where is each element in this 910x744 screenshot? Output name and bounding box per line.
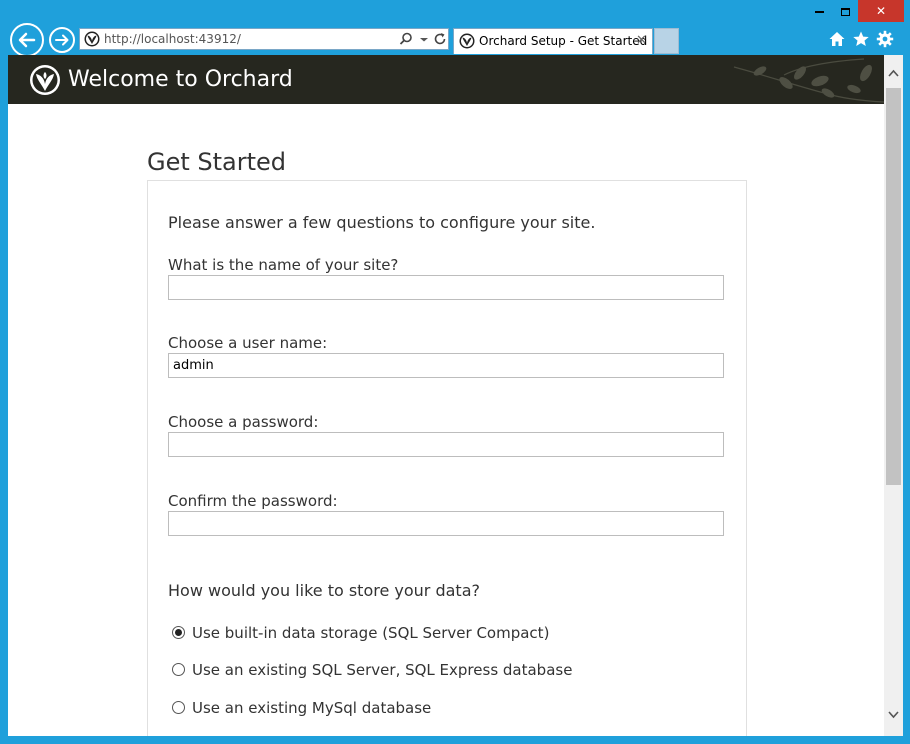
refresh-icon[interactable]: [432, 31, 448, 47]
search-icon[interactable]: [398, 31, 414, 47]
orchard-favicon-icon: [459, 33, 475, 49]
storage-question: How would you like to store your data?: [168, 581, 480, 600]
storage-option-label: Use an existing SQL Server, SQL Express …: [192, 661, 573, 679]
back-arrow-icon: [18, 32, 36, 48]
site-name-label: What is the name of your site?: [168, 256, 399, 274]
orchard-favicon-icon: [84, 31, 100, 47]
scroll-up-icon[interactable]: [884, 63, 903, 83]
password-input[interactable]: [168, 432, 724, 457]
orchard-logo-icon: [30, 65, 60, 95]
forward-button[interactable]: [49, 27, 75, 53]
maximize-button[interactable]: [832, 0, 858, 22]
close-window-button[interactable]: ✕: [858, 0, 904, 22]
minimize-icon: [814, 10, 824, 13]
tab-title: Orchard Setup - Get Started: [479, 34, 648, 48]
leaves-decoration-icon: [733, 58, 884, 103]
forward-arrow-icon: [55, 34, 69, 46]
minimize-button[interactable]: [806, 0, 832, 22]
site-header: Welcome to Orchard: [8, 55, 884, 104]
username-label: Choose a user name:: [168, 334, 328, 352]
gear-icon[interactable]: [876, 30, 894, 48]
address-bar[interactable]: http://localhost:43912/: [79, 28, 449, 50]
storage-option-label: Use an existing MySql database: [192, 699, 432, 717]
setup-form: Please answer a few questions to configu…: [147, 180, 747, 736]
confirm-password-label: Confirm the password:: [168, 492, 338, 510]
tab-orchard-setup[interactable]: Orchard Setup - Get Started ✕: [453, 28, 653, 54]
home-icon[interactable]: [828, 30, 846, 48]
confirm-password-input[interactable]: [168, 511, 724, 536]
password-label: Choose a password:: [168, 413, 319, 431]
dropdown-icon[interactable]: [416, 31, 432, 47]
radio-button[interactable]: [172, 626, 185, 639]
new-tab-button[interactable]: [654, 28, 679, 54]
radio-button[interactable]: [172, 663, 185, 676]
maximize-icon: [840, 7, 850, 16]
page-title: Get Started: [147, 148, 287, 176]
storage-option-label: Use built-in data storage (SQL Server Co…: [192, 624, 550, 642]
radio-button[interactable]: [172, 701, 185, 714]
username-input[interactable]: admin: [168, 353, 724, 378]
star-icon[interactable]: [852, 30, 870, 48]
scroll-down-icon[interactable]: [884, 705, 903, 725]
close-icon: ✕: [875, 4, 887, 18]
tab-close-icon[interactable]: ✕: [636, 29, 647, 53]
site-title: Welcome to Orchard: [68, 67, 293, 92]
site-name-input[interactable]: [168, 275, 724, 300]
page-viewport: Welcome to Orchard Get Started Please an…: [8, 55, 884, 736]
address-url[interactable]: http://localhost:43912/: [104, 29, 241, 49]
back-button[interactable]: [10, 23, 44, 57]
browser-window: ✕ http://localhost:43912/ Orchard Setup …: [0, 0, 910, 744]
vertical-scrollbar[interactable]: [884, 55, 903, 736]
scrollbar-thumb[interactable]: [886, 88, 901, 485]
intro-text: Please answer a few questions to configu…: [168, 213, 596, 232]
